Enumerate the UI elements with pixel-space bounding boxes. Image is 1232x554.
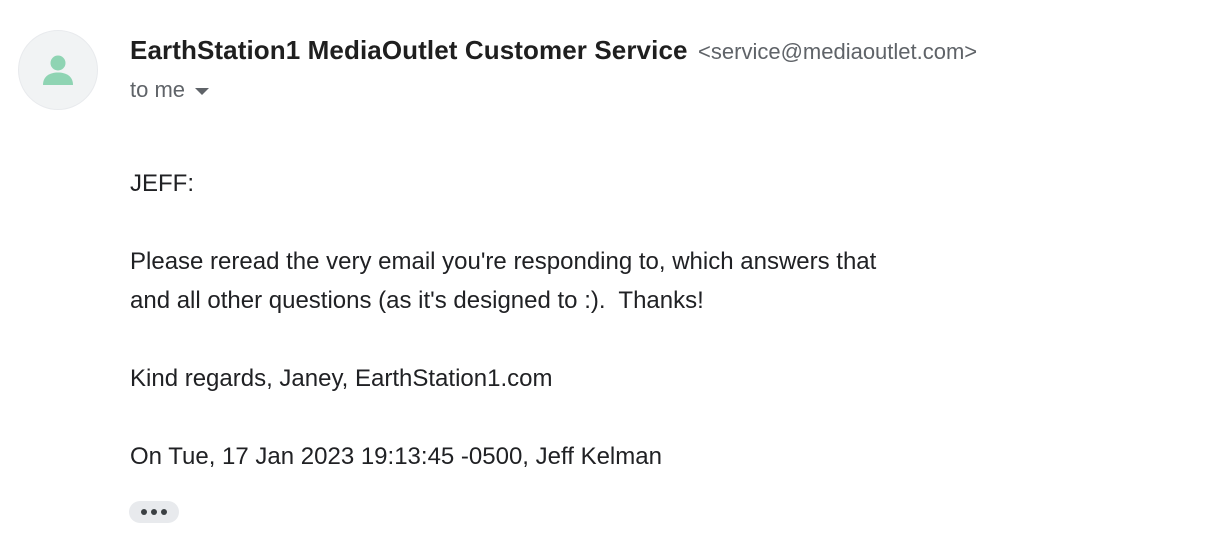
person-icon xyxy=(43,55,73,85)
show-trimmed-content-button[interactable] xyxy=(129,501,179,523)
more-horiz-icon xyxy=(151,509,157,515)
sender-avatar xyxy=(18,30,98,110)
sender-line: EarthStation1 MediaOutlet Customer Servi… xyxy=(130,32,1192,68)
more-horiz-icon xyxy=(141,509,147,515)
message-body: JEFF: Please reread the very email you'r… xyxy=(130,164,1030,476)
message-paragraph: Please reread the very email you're resp… xyxy=(130,248,877,314)
message-header: EarthStation1 MediaOutlet Customer Servi… xyxy=(130,32,1192,108)
recipient-label: to me xyxy=(130,77,186,102)
quoted-reply-header: On Tue, 17 Jan 2023 19:13:45 -0500, Jeff… xyxy=(130,443,662,470)
message-signoff: Kind regards, Janey, EarthStation1.com xyxy=(130,365,553,392)
caret-down-icon[interactable] xyxy=(195,87,210,95)
sender-name[interactable]: EarthStation1 MediaOutlet Customer Servi… xyxy=(130,35,688,65)
more-horiz-icon xyxy=(161,509,167,515)
sender-email[interactable]: <service@mediaoutlet.com> xyxy=(698,39,977,64)
recipient-details-toggle[interactable]: to me xyxy=(130,72,210,108)
message-greeting: JEFF: xyxy=(130,170,194,197)
